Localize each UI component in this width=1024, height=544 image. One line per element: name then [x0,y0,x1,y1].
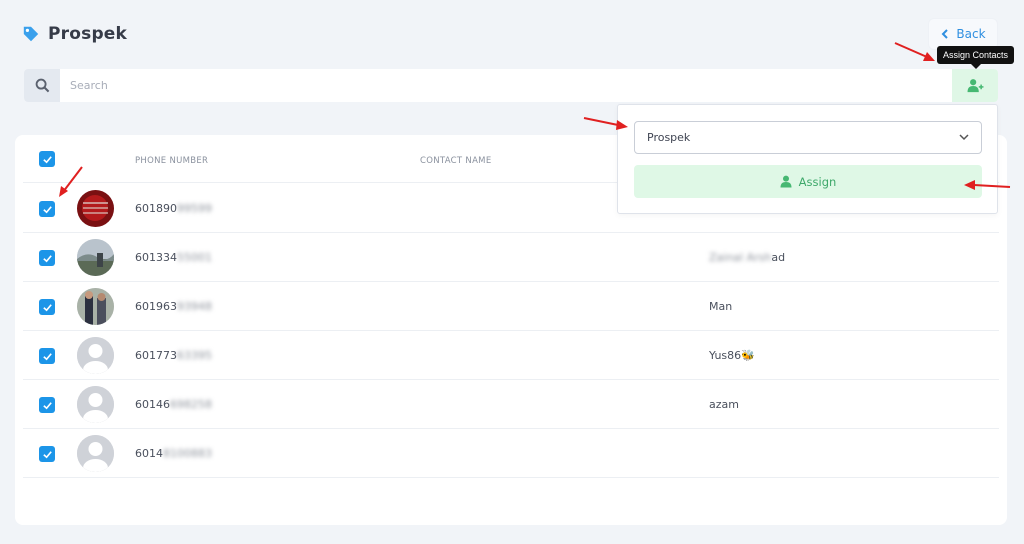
check-icon [42,303,52,311]
assign-button[interactable]: Assign [634,165,982,198]
table-row[interactable]: 60177363395 Yus86🐝 [23,331,999,380]
contact-name: azam [709,398,739,411]
assign-contacts-button[interactable] [952,69,998,102]
check-icon [42,254,52,262]
check-icon [42,401,52,409]
avatar-placeholder-icon [77,435,114,472]
contact-name: Yus86🐝 [709,349,755,362]
page-header: Prospek [22,24,127,44]
select-all-checkbox[interactable] [39,151,55,167]
check-icon [42,155,52,163]
row-checkbox[interactable] [39,299,55,315]
search-button[interactable] [24,69,60,102]
row-checkbox[interactable] [39,201,55,217]
avatar-placeholder-icon [77,386,114,423]
row-checkbox[interactable] [39,397,55,413]
check-icon [42,450,52,458]
search-input[interactable] [60,69,952,102]
row-checkbox[interactable] [39,348,55,364]
back-label: Back [956,27,986,41]
tag-icon [23,26,39,42]
column-header-phone: PHONE NUMBER [135,156,209,166]
contact-name: Man [709,300,733,313]
phone-number: 60146698258 [135,398,212,411]
avatar-placeholder-icon [77,337,114,374]
avatar [77,239,114,276]
avatar [77,288,114,325]
assign-panel: Prospek Assign [617,104,998,214]
check-icon [42,205,52,213]
add-user-icon [967,79,983,93]
phone-number: 60196393948 [135,300,212,313]
chevron-down-icon [959,134,969,141]
check-icon [42,352,52,360]
chevron-left-icon [942,29,949,39]
row-checkbox[interactable] [39,250,55,266]
search-icon [35,78,49,93]
phone-number: 60148100883 [135,447,212,460]
assign-button-label: Assign [798,174,837,189]
search-bar [24,69,998,102]
phone-number: 60189099599 [135,202,212,215]
avatar [77,190,114,227]
tag-select[interactable]: Prospek [634,121,982,154]
table-row[interactable]: 60146698258 azam [23,380,999,429]
row-checkbox[interactable] [39,446,55,462]
contact-name: Zainal Arshad [709,251,786,264]
table-row[interactable]: 60148100883 [23,429,999,478]
tag-select-value: Prospek [647,131,691,144]
table-row[interactable]: 60196393948 Man [23,282,999,331]
page-title: Prospek [48,24,128,44]
table-row[interactable]: 60133455001 Zainal Arshad [23,233,999,282]
column-header-contact-name: CONTACT NAME [420,156,492,166]
phone-number: 60133455001 [135,251,212,264]
user-icon [780,175,792,188]
phone-number: 60177363395 [135,349,212,362]
assign-contacts-tooltip: Assign Contacts [937,46,1015,69]
